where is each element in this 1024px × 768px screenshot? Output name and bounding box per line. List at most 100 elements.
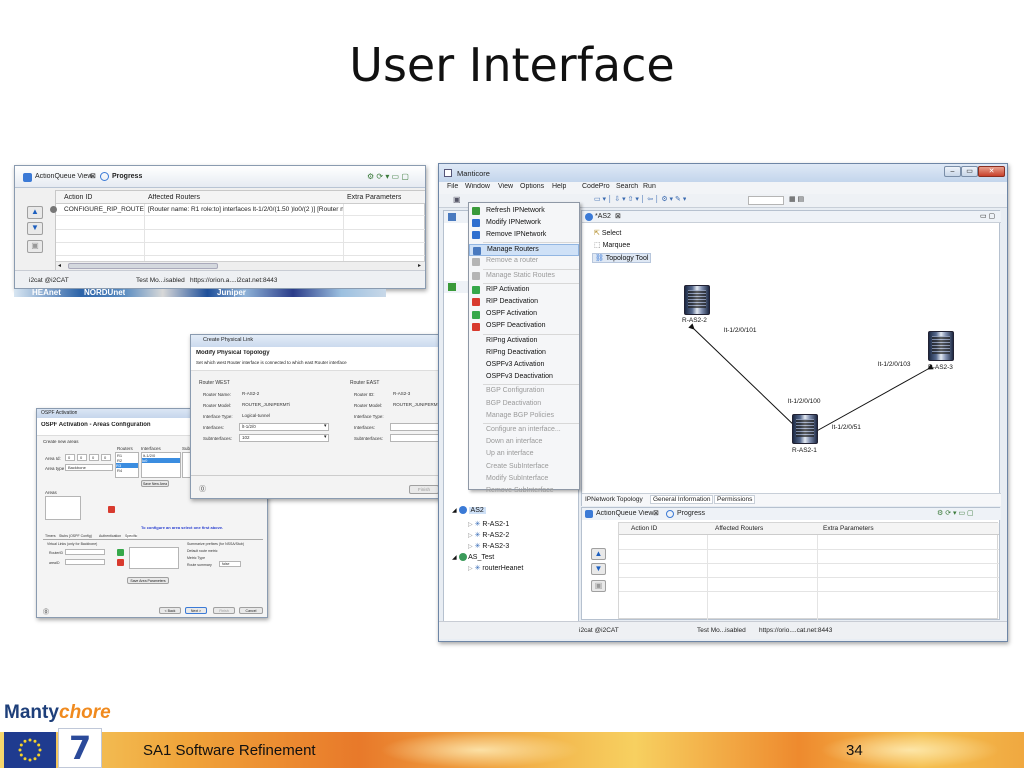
tab-ipnetwork-topology[interactable]: IPNetwork Topology — [585, 496, 643, 503]
column-header-affected-routers[interactable]: Affected Routers — [715, 525, 763, 532]
minimize-button[interactable]: – — [944, 166, 961, 177]
tab-stubs[interactable]: Stubs (OSPF Config) — [59, 534, 92, 538]
menu-item-modify-ipnetwork[interactable]: Modify IPNetwork — [469, 217, 579, 229]
expand-icon[interactable]: ▷ — [468, 566, 473, 572]
menu-options[interactable]: Options — [520, 183, 544, 190]
tab-actionqueue-view[interactable]: ActionQueue View — [596, 510, 653, 517]
menu-item-ospf-activation[interactable]: OSPF Activation — [469, 309, 579, 321]
back-button[interactable]: < Back — [159, 607, 181, 614]
tree-item-r-as2-2[interactable]: ▷ ✳ R-AS2-2 — [468, 531, 509, 539]
column-header-affected-routers[interactable]: Affected Routers — [148, 194, 200, 201]
menu-item-refresh-ipnetwork[interactable]: Refresh IPNetwork — [469, 205, 579, 217]
menu-run[interactable]: Run — [643, 183, 656, 190]
column-header-extra-parameters[interactable]: Extra Parameters — [823, 525, 874, 532]
tab-specific[interactable]: Specific — [125, 534, 138, 538]
save-icon[interactable]: ▣ — [591, 580, 606, 592]
menu-item-bgp-configuration[interactable]: BGP Configuration — [469, 386, 579, 398]
maximize-button[interactable]: ▭ — [961, 166, 978, 177]
tab-general-information[interactable]: General Information — [650, 495, 714, 504]
tree-item-as-test[interactable]: ◢ AS_Test — [452, 553, 494, 561]
column-header-extra-parameters[interactable]: Extra Parameters — [347, 194, 401, 201]
route-summary-select[interactable]: false — [219, 561, 241, 567]
remove-virtual-link-icon[interactable] — [117, 559, 124, 566]
table-row[interactable]: CONFIGURE_RIP_ROUTE [Router name: R1 rol… — [50, 204, 425, 216]
delete-area-icon[interactable] — [108, 506, 115, 513]
menu-item-remove-a-router[interactable]: Remove a router — [469, 256, 579, 268]
perspective-select[interactable] — [748, 196, 784, 205]
finish-button[interactable]: Finish — [409, 485, 439, 494]
west-interfaces-select[interactable]: lt-1/2/0 — [239, 423, 329, 431]
view-toolbar-icons[interactable]: ⚙ ⟳ ▾ ▭ ▢ — [937, 509, 974, 517]
tab-progress[interactable]: Progress — [112, 173, 142, 180]
area-id-field-1[interactable]: 0 — [65, 454, 75, 461]
menu-item-ospfv3-deactivation[interactable]: OSPFv3 Deactivation — [469, 372, 579, 384]
close-icon[interactable]: ⊠ — [615, 212, 621, 220]
west-subinterfaces-select[interactable]: 102 — [239, 434, 329, 442]
link-r-as2-3-to-r-as2-1[interactable] — [803, 363, 934, 439]
chevron-down-icon[interactable]: ▾ — [324, 423, 327, 429]
column-header-action-id[interactable]: Action ID — [64, 194, 92, 201]
area-id-field-3[interactable]: 0 — [89, 454, 99, 461]
router-r-as2-1[interactable] — [792, 414, 818, 444]
add-virtual-link-icon[interactable] — [117, 549, 124, 556]
virtual-links-list[interactable] — [129, 547, 179, 569]
horizontal-scrollbar[interactable]: ◂ ▸ — [56, 261, 425, 270]
area-id-field-4[interactable]: 0 — [101, 454, 111, 461]
chevron-down-icon[interactable]: ▾ — [324, 434, 327, 440]
finish-button[interactable]: Finish — [213, 607, 235, 614]
link-r-as2-2-to-r-as2-1[interactable] — [688, 323, 799, 430]
next-button[interactable]: Next > — [185, 607, 207, 614]
menu-item-ripng-deactivation[interactable]: RIPng Deactivation — [469, 347, 579, 359]
menu-item-manage-routers[interactable]: Manage Routers — [469, 243, 579, 256]
tab-actionqueue-view[interactable]: ActionQueue View — [35, 173, 92, 180]
tab-progress[interactable]: Progress — [677, 510, 705, 517]
toolbar-icons[interactable]: ▭ ▾ │ ⇩ ▾ ⇧ ▾ │ ⇦ │ ⚙ ▾ ✎ ▾ — [594, 195, 686, 203]
area-id-field-2[interactable]: 0 — [77, 454, 87, 461]
save-new-area-button[interactable]: Save New Area — [141, 480, 169, 487]
menu-item-create-subinterface[interactable]: Create SubInterface — [469, 461, 579, 473]
menu-help[interactable]: Help — [552, 183, 566, 190]
menu-item-remove-subinterface[interactable]: Remove SubInterface — [469, 485, 579, 497]
save-icon[interactable]: ▣ — [27, 240, 43, 253]
menu-item-manage-bgp-policies[interactable]: Manage BGP Policies — [469, 410, 579, 422]
interfaces-list[interactable]: lt-1/2/0 lo0 — [141, 452, 181, 478]
menu-item-rip-deactivation[interactable]: RIP Deactivation — [469, 296, 579, 308]
save-area-parameters-button[interactable]: Save Area Parameters — [127, 577, 169, 584]
router-r-as2-3[interactable] — [928, 331, 954, 361]
menu-window[interactable]: Window — [465, 183, 490, 190]
expand-icon[interactable]: ◢ — [452, 508, 457, 514]
close-icon[interactable]: ⊠ — [90, 172, 96, 180]
menu-search[interactable]: Search — [616, 183, 638, 190]
tree-item-r-as2-3[interactable]: ▷ ✳ R-AS2-3 — [468, 542, 509, 550]
tree-item-as2[interactable]: ◢ AS2 — [452, 506, 486, 514]
tab-permissions[interactable]: Permissions — [714, 495, 756, 504]
column-header-action-id[interactable]: Action ID — [631, 525, 657, 532]
menu-item-ospf-deactivation[interactable]: OSPF Deactivation — [469, 321, 579, 333]
areas-list[interactable] — [45, 496, 81, 520]
tab-authentication[interactable]: Authentication — [99, 534, 121, 538]
router-id-field[interactable] — [65, 549, 105, 555]
move-up-button[interactable]: ▲ — [27, 206, 43, 219]
menu-item-up-an-interface[interactable]: Up an interface — [469, 449, 579, 461]
tree-item-routerheanet[interactable]: ▷ ✳ routerHeanet — [468, 564, 523, 572]
perspective-icons[interactable]: ▦ ▤ — [789, 195, 804, 203]
menu-item-ripng-activation[interactable]: RIPng Activation — [469, 335, 579, 347]
routers-list[interactable]: R1 R2 R3 R4 — [115, 452, 139, 478]
list-item[interactable]: lo0 — [142, 458, 180, 463]
menu-view[interactable]: View — [498, 183, 513, 190]
list-item[interactable]: R4 — [117, 468, 122, 473]
scroll-right-icon[interactable]: ▸ — [418, 262, 421, 269]
close-icon[interactable]: ⊠ — [653, 509, 659, 517]
close-button[interactable]: ✕ — [978, 166, 1005, 177]
scroll-left-icon[interactable]: ◂ — [58, 262, 61, 269]
menu-item-modify-subinterface[interactable]: Modify SubInterface — [469, 473, 579, 485]
tree-item-r-as2-1[interactable]: ▷ ✳ R-AS2-1 — [468, 520, 509, 528]
scrollbar-thumb[interactable] — [68, 263, 218, 269]
router-r-as2-2[interactable] — [684, 285, 710, 315]
view-toolbar-icons[interactable]: ⚙ ⟳ ▾ ▭ ▢ — [367, 172, 409, 181]
cancel-button[interactable]: Cancel — [239, 607, 263, 614]
editor-tab-as2[interactable]: *AS2 — [595, 213, 611, 220]
menu-codepro[interactable]: CodePro — [582, 183, 610, 190]
menu-item-manage-static-routes[interactable]: Manage Static Routes — [469, 270, 579, 282]
menu-item-ospfv3-activation[interactable]: OSPFv3 Activation — [469, 359, 579, 371]
